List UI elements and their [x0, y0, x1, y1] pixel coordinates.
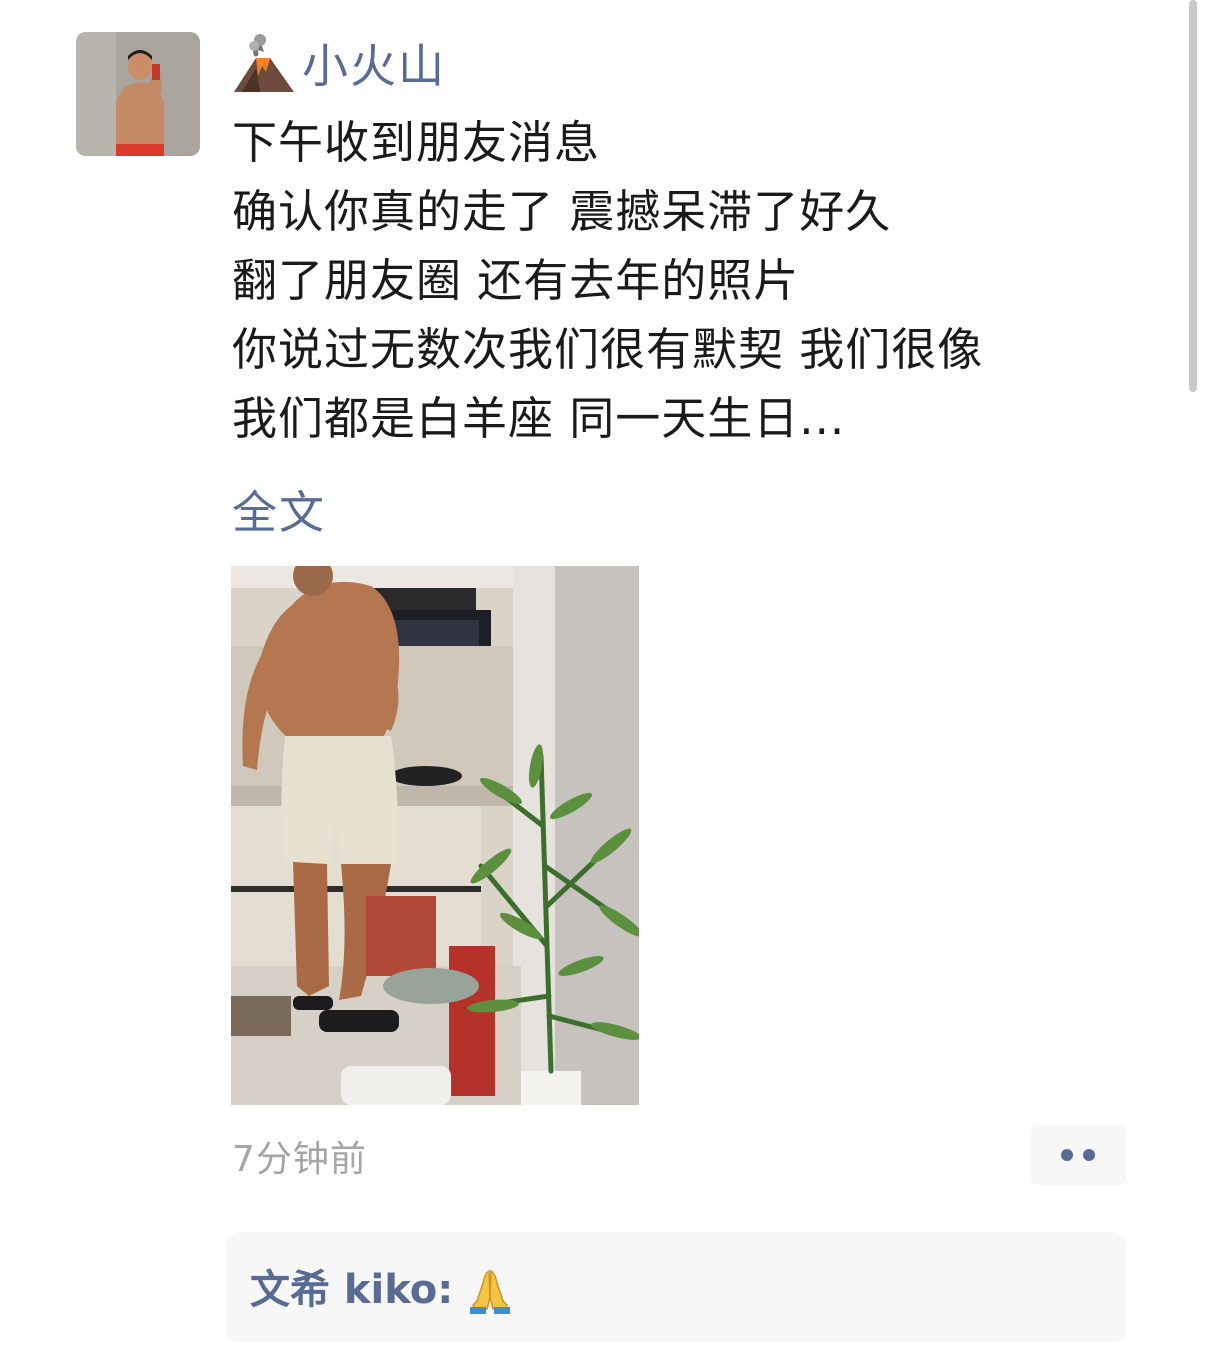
post-line: 翻了朋友圈 还有去年的照片: [232, 254, 800, 307]
more-dot-icon: [1083, 1149, 1095, 1161]
post-line: 我们都是白羊座 同一天生日...: [232, 392, 846, 445]
post-line: 下午收到朋友消息: [232, 116, 601, 169]
post-author-name[interactable]: 小火山: [302, 30, 446, 96]
comment-item[interactable]: 文希 kiko :: [250, 1262, 515, 1318]
full-text-link[interactable]: 全文: [232, 476, 326, 541]
more-dot-icon: [1061, 1149, 1073, 1161]
folded-hands-icon: [470, 1269, 511, 1314]
volcano-icon: [234, 34, 294, 92]
post-image-content: [231, 566, 639, 1105]
comment-author[interactable]: 文希 kiko: [250, 1262, 437, 1318]
post-author-row[interactable]: 小火山: [232, 30, 446, 96]
post-timestamp: 7分钟前: [232, 1139, 367, 1180]
moments-post-page: 小火山 下午收到朋友消息 确认你真的走了 震撼呆滞了好久 翻了朋友圈 还有去年的…: [0, 0, 1206, 1366]
post-line: 确认你真的走了 震撼呆滞了好久: [232, 185, 892, 238]
comment-section: 文希 kiko :: [226, 1232, 1126, 1342]
post-image[interactable]: [231, 566, 639, 1105]
post-line: 你说过无数次我们很有默契 我们很像: [232, 323, 984, 376]
comment-separator: :: [437, 1267, 454, 1313]
avatar-photo: [76, 32, 200, 156]
scrollbar[interactable]: [1189, 0, 1197, 392]
more-actions-button[interactable]: [1030, 1125, 1126, 1185]
post-body: 下午收到朋友消息 确认你真的走了 震撼呆滞了好久 翻了朋友圈 还有去年的照片 你…: [232, 108, 1132, 453]
avatar[interactable]: [76, 32, 200, 156]
